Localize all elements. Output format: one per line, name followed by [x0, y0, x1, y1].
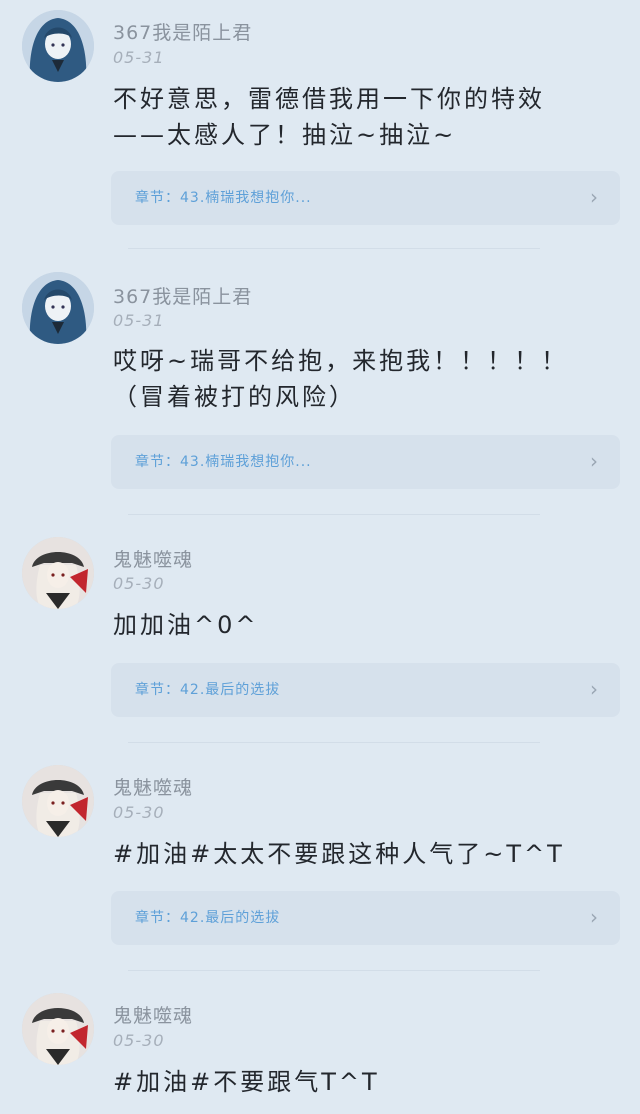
- comment-date: 05-31: [113, 48, 165, 67]
- chapter-link[interactable]: 章节：42.最后的选拔 ›: [111, 663, 620, 717]
- content-line: 哎呀~瑞哥不给抱，来抱我！！！！！: [113, 347, 569, 375]
- comment-date: 05-30: [113, 1031, 165, 1050]
- chevron-right-icon: ›: [590, 449, 598, 473]
- divider: [128, 742, 540, 743]
- blue-haired-girl-avatar[interactable]: [22, 272, 94, 344]
- comment-content: 不好意思，雷德借我用一下你的特效 ——太感人了！抽泣~抽泣~: [113, 81, 613, 153]
- divider: [128, 248, 540, 249]
- username[interactable]: 鬼魅噬魂: [113, 773, 193, 800]
- chapter-label: 章节：43.楠瑞我想抱你...: [135, 454, 312, 470]
- content-line: #加油#不要跟气T^T: [113, 1068, 380, 1096]
- chapter-label: 章节：43.楠瑞我想抱你...: [135, 190, 312, 206]
- content-line: ——太感人了！抽泣~抽泣~: [113, 121, 457, 149]
- comment-date: 05-31: [113, 311, 165, 330]
- avatar-illustration: [22, 765, 94, 837]
- divider: [128, 514, 540, 515]
- content-line: #加油#太太不要跟这种人气了~T^T: [113, 840, 565, 868]
- chapter-link[interactable]: 章节：42.最后的选拔 ›: [111, 891, 620, 945]
- content-line: 加加油^0^: [113, 611, 259, 639]
- avatar-illustration: [22, 10, 94, 82]
- ghost-girl-avatar[interactable]: [22, 537, 94, 609]
- ghost-girl-avatar[interactable]: [22, 993, 94, 1065]
- chevron-right-icon: ›: [590, 905, 598, 929]
- username[interactable]: 鬼魅噬魂: [113, 545, 193, 572]
- comment-content: 加加油^0^: [113, 607, 613, 643]
- comment-date: 05-30: [113, 574, 165, 593]
- chevron-right-icon: ›: [590, 185, 598, 209]
- chapter-label: 章节：42.最后的选拔: [135, 910, 281, 926]
- avatar-illustration: [22, 272, 94, 344]
- username[interactable]: 367我是陌上君: [113, 18, 252, 45]
- chevron-right-icon: ›: [590, 677, 598, 701]
- comment-content: 哎呀~瑞哥不给抱，来抱我！！！！！ （冒着被打的风险）: [113, 343, 613, 415]
- comment-date: 05-30: [113, 803, 165, 822]
- ghost-girl-avatar[interactable]: [22, 765, 94, 837]
- comment-content: #加油#太太不要跟这种人气了~T^T: [113, 836, 613, 872]
- content-line: 不好意思，雷德借我用一下你的特效: [113, 85, 545, 113]
- username[interactable]: 367我是陌上君: [113, 282, 252, 309]
- blue-haired-girl-avatar[interactable]: [22, 10, 94, 82]
- chapter-link[interactable]: 章节：43.楠瑞我想抱你... ›: [111, 435, 620, 489]
- comment-content: #加油#不要跟气T^T: [113, 1064, 613, 1100]
- avatar-illustration: [22, 537, 94, 609]
- avatar-illustration: [22, 993, 94, 1065]
- chapter-label: 章节：42.最后的选拔: [135, 682, 281, 698]
- chapter-link[interactable]: 章节：43.楠瑞我想抱你... ›: [111, 171, 620, 225]
- divider: [128, 970, 540, 971]
- content-line: （冒着被打的风险）: [113, 383, 356, 411]
- username[interactable]: 鬼魅噬魂: [113, 1001, 193, 1028]
